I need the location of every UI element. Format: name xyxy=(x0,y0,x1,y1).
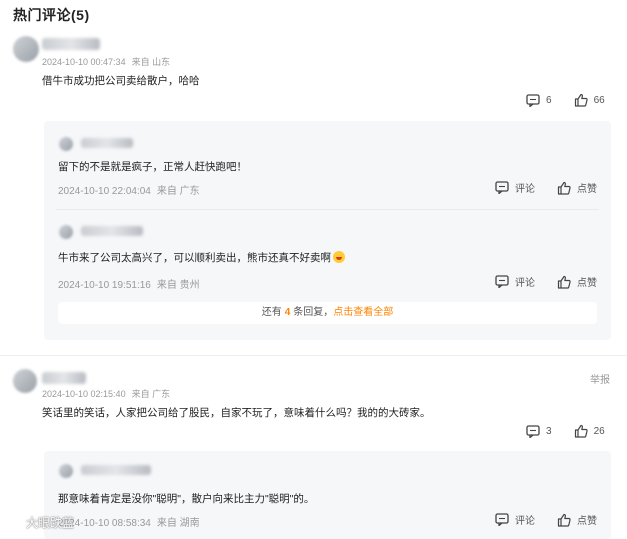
comment-date: 2024-10-10 02:15:40 xyxy=(42,389,126,399)
reply-item: 那意味着肯定是没你"聪明"，散户向来比主力"聪明"的。 2024-10-10 0… xyxy=(44,451,611,539)
username-blurred[interactable] xyxy=(42,372,86,384)
like-count: 26 xyxy=(593,425,605,437)
comment-icon xyxy=(495,513,509,526)
watermark: 大眼跌蓝 xyxy=(6,514,74,531)
avatar[interactable] xyxy=(13,369,37,393)
reply-text: 那意味着肯定是没你"聪明"，散户向来比主力"聪明"的。 xyxy=(58,493,315,505)
comment-icon xyxy=(526,424,540,438)
comment-count: 3 xyxy=(546,425,552,437)
reply-like-label: 点赞 xyxy=(577,516,597,527)
comment-text: 笑话里的笑话，人家把公司给了股民，自家不玩了，意味着什么吗？我的的大砖家。 xyxy=(42,407,431,419)
avatar[interactable] xyxy=(59,464,73,478)
reply-meta: 2024-10-10 08:58:34 来自 湖南 xyxy=(58,514,206,529)
reply-list: 那意味着肯定是没你"聪明"，散户向来比主力"聪明"的。 2024-10-10 0… xyxy=(44,451,611,539)
report-button[interactable]: 举报 xyxy=(590,371,610,386)
username-blurred[interactable] xyxy=(81,465,151,475)
comment-button[interactable]: 3 xyxy=(526,424,552,438)
thumbs-up-icon xyxy=(574,424,588,438)
reply-actions: 评论 点赞 xyxy=(495,512,597,527)
thumbs-up-icon xyxy=(557,513,571,527)
comment-location: 来自 广东 xyxy=(131,389,171,399)
comment-actions: 3 26 xyxy=(526,424,605,438)
reply-comment-button[interactable]: 评论 xyxy=(495,512,535,527)
comment-item: 2024-10-10 02:15:40 来自 广东 举报 笑话里的笑话，人家把公司… xyxy=(0,0,627,539)
reply-location: 来自 湖南 xyxy=(156,518,200,529)
comment-meta: 2024-10-10 02:15:40 来自 广东 xyxy=(42,387,176,400)
weibo-logo-icon xyxy=(6,516,22,529)
reply-like-button[interactable]: 点赞 xyxy=(557,512,597,527)
reply-comment-label: 评论 xyxy=(515,516,535,527)
like-button[interactable]: 26 xyxy=(574,424,605,438)
watermark-text: 大眼跌蓝 xyxy=(26,516,75,530)
